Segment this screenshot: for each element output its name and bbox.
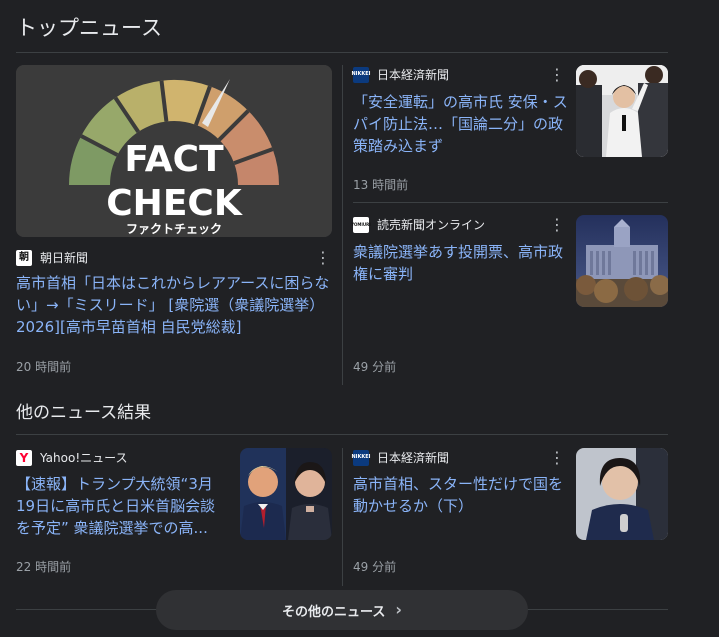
column-divider: [342, 65, 343, 385]
divider: [353, 202, 668, 203]
section-title-other-news: 他のニュース結果: [16, 403, 152, 423]
time-nikkei-1: 13 時間前: [353, 178, 409, 192]
fact-check-gauge: FACT CHECK ファクトチェック: [16, 65, 332, 237]
diet-building-photo[interactable]: [576, 215, 668, 307]
source-nikkei[interactable]: NIKKEI 日本経済新聞: [351, 66, 450, 83]
nikkei-logo-icon: NIKKEI: [351, 449, 371, 466]
more-options-icon[interactable]: ⋮: [548, 66, 566, 84]
source-nikkei[interactable]: NIKKEI 日本経済新聞: [351, 449, 450, 466]
source-asahi[interactable]: 朝 朝日新聞: [16, 249, 88, 266]
takaichi-portrait-photo[interactable]: [576, 448, 668, 540]
fact-check-jp-text: ファクトチェック: [126, 222, 222, 236]
featured-time: 20 時間前: [16, 360, 72, 374]
section-title-top-news: トップニュース: [16, 16, 162, 40]
nikkei-logo-icon: NIKKEI: [351, 66, 371, 83]
fact-check-image[interactable]: FACT CHECK ファクトチェック: [16, 65, 332, 237]
headline-yahoo[interactable]: 【速報】トランプ大統領“3月19日に高市氏と日米首脳会談を予定” 衆議院選挙での…: [16, 473, 230, 539]
time-yahoo: 22 時間前: [16, 560, 72, 574]
fact-text: FACT: [124, 139, 224, 180]
more-options-icon[interactable]: ⋮: [548, 449, 566, 467]
column-divider: [342, 448, 343, 586]
yahoo-logo-icon: Y: [16, 449, 32, 466]
source-name: 日本経済新聞: [377, 68, 450, 82]
divider: [16, 52, 668, 53]
source-name: 朝日新聞: [40, 251, 89, 265]
headline-nikkei-2[interactable]: 高市首相、スター性だけで国を動かせるか（下）: [353, 473, 568, 517]
asahi-logo-icon: 朝: [16, 249, 32, 266]
featured-headline[interactable]: 高市首相「日本はこれからレアアースに困らない」→「ミスリード」 [衆院選（衆議院…: [16, 272, 334, 338]
takaichi-campaign-photo[interactable]: [576, 65, 668, 157]
more-news-label: その他のニュース: [282, 604, 386, 620]
source-name: 読売新聞オンライン: [377, 218, 486, 232]
more-options-icon[interactable]: ⋮: [314, 249, 332, 267]
source-yomiuri[interactable]: YOMIURI 読売新聞オンライン: [351, 216, 486, 233]
source-name: 日本経済新聞: [377, 451, 450, 465]
chevron-right-icon: ›: [395, 600, 402, 619]
more-news-button[interactable]: その他のニュース ›: [156, 590, 528, 630]
time-yomiuri: 49 分前: [353, 360, 397, 374]
source-name: Yahoo!ニュース: [40, 451, 128, 465]
more-options-icon[interactable]: ⋮: [548, 216, 566, 234]
yomiuri-logo-icon: YOMIURI: [351, 216, 371, 233]
source-yahoo[interactable]: Y Yahoo!ニュース: [16, 449, 128, 466]
headline-nikkei-1[interactable]: 「安全運転」の高市氏 安保・スパイ防止法…「国論二分」の政策踏み込まず: [353, 91, 568, 157]
divider: [16, 434, 668, 435]
trump-takaichi-photo[interactable]: [240, 448, 332, 540]
check-text: CHECK: [106, 183, 243, 224]
headline-yomiuri[interactable]: 衆議院選挙あす投開票、高市政権に審判: [353, 241, 568, 285]
time-nikkei-2: 49 分前: [353, 560, 397, 574]
